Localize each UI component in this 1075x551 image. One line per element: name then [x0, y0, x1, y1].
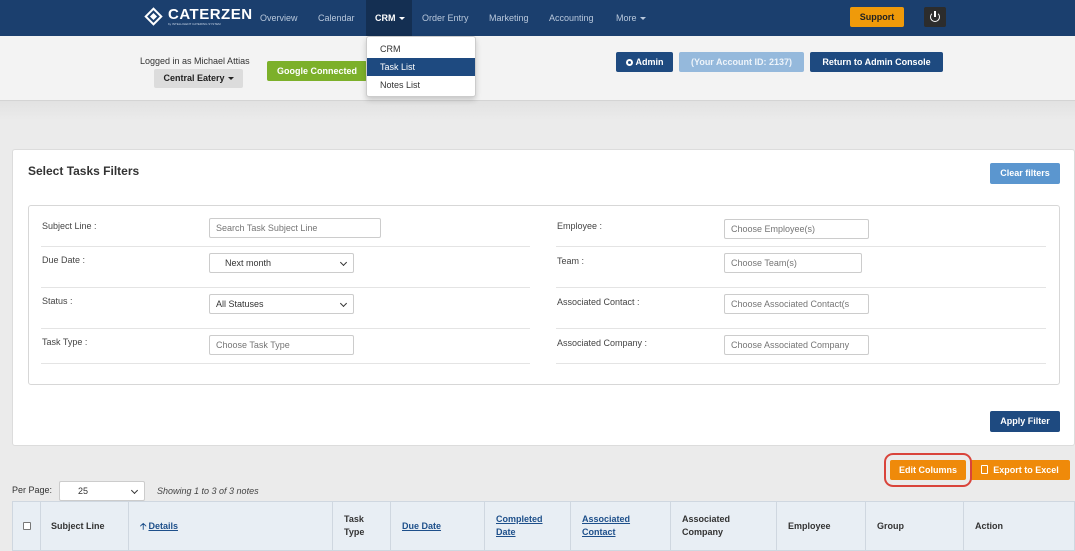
team-label: Team :: [557, 256, 585, 266]
logged-in-text: Logged in as Michael Attias: [140, 56, 250, 66]
nav-more-label: More: [616, 13, 637, 23]
sort-up-icon: 🡡: [140, 520, 147, 531]
due-date-value: Next month: [225, 258, 272, 268]
return-to-admin-button[interactable]: Return to Admin Console: [810, 52, 943, 72]
col-employee[interactable]: Employee: [777, 502, 866, 550]
caret-down-icon: [227, 77, 234, 81]
chevron-down-icon: [130, 486, 139, 495]
col-details[interactable]: 🡡 Details: [129, 502, 333, 550]
export-label: Export to Excel: [993, 465, 1059, 475]
subject-line-label: Subject Line :: [42, 221, 97, 231]
per-page-label: Per Page:: [12, 485, 53, 495]
associated-company-label: Associated Company :: [557, 338, 648, 348]
col-associated-contact[interactable]: Associated Contact: [571, 502, 671, 550]
nav-more[interactable]: More: [616, 0, 646, 36]
edit-columns-highlight: [884, 453, 972, 487]
menu-item-task-list[interactable]: Task List: [367, 58, 475, 76]
apply-filter-button[interactable]: Apply Filter: [990, 411, 1060, 432]
logo-diamond-icon: [144, 7, 163, 26]
associated-contact-input[interactable]: [724, 294, 869, 314]
per-page-value: 25: [78, 486, 89, 496]
filter-fields-box: Subject Line : Due Date : Next month Sta…: [28, 205, 1060, 385]
employee-input[interactable]: [724, 219, 869, 239]
col-associated-company[interactable]: Associated Company: [671, 502, 777, 550]
task-filters-panel: Select Tasks Filters Clear filters Subje…: [12, 149, 1075, 446]
row-divider: [41, 328, 530, 329]
brand-tagline: by INTELLIGENT CATERING SYSTEM: [168, 22, 221, 26]
row-divider: [556, 287, 1046, 288]
associated-company-input[interactable]: [724, 335, 869, 355]
nav-crm[interactable]: CRM: [366, 0, 412, 36]
col-subject-line[interactable]: Subject Line: [41, 502, 129, 550]
row-divider: [556, 363, 1046, 364]
caterzen-logo[interactable]: CATERZEN by INTELLIGENT CATERING SYSTEM: [144, 7, 253, 26]
logout-button[interactable]: [924, 7, 946, 27]
row-divider: [41, 287, 530, 288]
task-type-input[interactable]: [209, 335, 354, 355]
admin-label: Admin: [635, 57, 664, 67]
export-to-excel-button[interactable]: Export to Excel: [970, 460, 1070, 480]
row-divider: [556, 328, 1046, 329]
account-id-badge: (Your Account ID: 2137): [679, 52, 804, 72]
task-type-label: Task Type :: [42, 337, 88, 347]
nav-overview[interactable]: Overview: [260, 0, 298, 36]
nav-accounting[interactable]: Accounting: [549, 0, 594, 36]
menu-item-crm[interactable]: CRM: [367, 40, 475, 58]
caret-down-icon: [639, 17, 646, 21]
team-input[interactable]: [724, 253, 862, 273]
account-bar: Logged in as Michael Attias Central Eate…: [0, 36, 1075, 100]
tasks-table-header: Subject Line 🡡 Details Task Type Due Date…: [12, 501, 1075, 551]
row-divider: [41, 246, 530, 247]
col-action: Action: [975, 520, 1003, 531]
status-select[interactable]: All Statuses: [209, 294, 354, 314]
row-divider: [556, 246, 1046, 247]
top-nav: CATERZEN by INTELLIGENT CATERING SYSTEM …: [0, 0, 1075, 36]
menu-item-notes-list[interactable]: Notes List: [367, 76, 475, 94]
location-dropdown[interactable]: Central Eatery: [154, 69, 243, 88]
google-connected-button[interactable]: Google Connected: [267, 61, 367, 81]
nav-calendar[interactable]: Calendar: [318, 0, 355, 36]
divider-band: [0, 100, 1075, 120]
document-icon: [981, 465, 989, 474]
per-page-select[interactable]: 25: [59, 481, 145, 501]
col-group[interactable]: Group: [866, 502, 964, 550]
chevron-down-icon: [339, 258, 348, 267]
associated-contact-label: Associated Contact :: [557, 297, 640, 307]
brand-name: CATERZEN: [168, 6, 253, 23]
location-label: Central Eatery: [163, 73, 225, 83]
due-date-label: Due Date :: [42, 255, 86, 265]
gear-icon: [625, 59, 633, 66]
nav-marketing[interactable]: Marketing: [489, 0, 529, 36]
row-divider: [41, 363, 530, 364]
admin-button[interactable]: Admin: [616, 52, 673, 72]
subject-line-input[interactable]: [209, 218, 381, 238]
nav-order-entry[interactable]: Order Entry: [422, 0, 469, 36]
status-label: Status :: [42, 296, 73, 306]
col-due-date[interactable]: Due Date: [391, 502, 485, 550]
clear-filters-button[interactable]: Clear filters: [990, 163, 1060, 184]
nav-crm-label: CRM: [375, 13, 396, 23]
filters-title: Select Tasks Filters: [28, 164, 140, 178]
chevron-down-icon: [339, 299, 348, 308]
col-task-type[interactable]: Task Type: [333, 502, 391, 550]
crm-dropdown-menu: CRM Task List Notes List: [366, 36, 476, 97]
due-date-select[interactable]: Next month: [209, 253, 354, 273]
col-completed-date[interactable]: Completed Date: [485, 502, 571, 550]
status-value: All Statuses: [216, 299, 264, 309]
showing-count: Showing 1 to 3 of 3 notes: [157, 486, 259, 496]
support-button[interactable]: Support: [850, 7, 904, 27]
employee-label: Employee :: [557, 221, 603, 231]
caret-down-icon: [398, 17, 405, 21]
select-all-checkbox[interactable]: [23, 522, 31, 530]
select-all-cell: [13, 502, 41, 550]
